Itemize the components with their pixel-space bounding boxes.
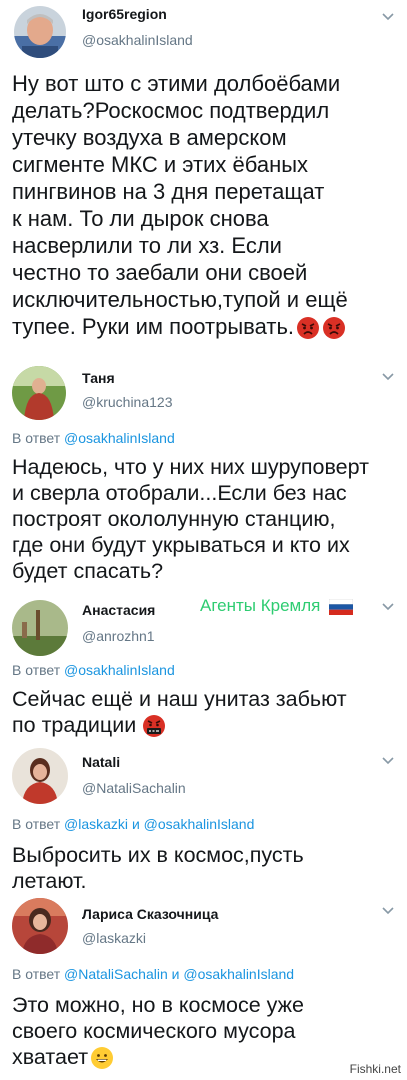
reply-prefix: В ответ (12, 816, 61, 832)
text-line: и сверла отобрали...Если без нас (12, 481, 347, 505)
user-name[interactable]: Natali (82, 754, 120, 770)
chevron-down-icon[interactable] (381, 602, 395, 612)
reply-context: В ответ @osakhalinIsland (12, 662, 175, 678)
reply-conjunction: и (171, 966, 180, 982)
chevron-down-icon[interactable] (381, 906, 395, 916)
reply-mention[interactable]: @NataliSachalin (64, 966, 168, 982)
text-line: Это можно, но в космосе уже (12, 993, 304, 1017)
text-line: честно то заебали они своей (12, 260, 308, 285)
text-line: хватает (12, 1045, 89, 1069)
user-handle[interactable]: @anrozhn1 (82, 628, 155, 644)
cursing-face-icon (143, 715, 166, 738)
text-line: сигменте МКС и этих ёбаных (12, 152, 309, 177)
text-line: будет спасать? (12, 559, 164, 583)
avatar[interactable] (14, 6, 66, 58)
angry-face-icon (297, 317, 320, 340)
tweet-text: Ну вот што с этими долбоёбами делать?Рос… (12, 70, 400, 340)
text-line: насверлили то ли хз. Если (12, 233, 282, 258)
chevron-down-icon[interactable] (381, 12, 395, 22)
text-line: летают. (12, 869, 87, 893)
text-line: утечку воздуха в амерском (12, 125, 287, 150)
user-handle[interactable]: @osakhalinIsland (82, 32, 193, 48)
text-line: Надеюсь, что у них них шуруповерт (12, 455, 369, 479)
tweet-2: Таня @kruchina123 В ответ @osakhalinIsla… (0, 362, 407, 596)
avatar[interactable] (12, 600, 68, 656)
text-line: построят окололунную станцию, (12, 507, 336, 531)
user-name[interactable]: Igor65region (82, 6, 167, 22)
text-line: Ну вот што с этими долбоёбами (12, 71, 341, 96)
reply-prefix: В ответ (12, 662, 61, 678)
reply-mention[interactable]: @osakhalinIsland (144, 816, 255, 832)
user-handle[interactable]: @kruchina123 (82, 394, 173, 410)
reply-context: В ответ @NataliSachalin и @osakhalinIsla… (12, 966, 294, 982)
user-name[interactable]: Лариса Сказочница (82, 906, 218, 922)
reply-prefix: В ответ (12, 430, 61, 446)
chevron-down-icon[interactable] (381, 756, 395, 766)
overlay-caption: Агенты Кремля (200, 596, 354, 616)
tweet-5: Лариса Сказочница @laskazki В ответ @Nat… (0, 896, 407, 1080)
text-line: делать?Роскосмос подтвердил (12, 98, 330, 123)
tweet-text: Надеюсь, что у них них шуруповерт и свер… (12, 454, 400, 584)
tweet-4: Natali @NataliSachalin В ответ @laskazki… (0, 746, 407, 896)
text-line: к нам. То ли дырок снова (12, 206, 269, 231)
text-line: своего космического мусора (12, 1019, 296, 1043)
tweet-text: Это можно, но в космосе уже своего косми… (12, 992, 400, 1070)
reply-mention[interactable]: @osakhalinIsland (64, 430, 175, 446)
avatar[interactable] (12, 748, 68, 804)
user-name[interactable]: Таня (82, 370, 115, 386)
user-name[interactable]: Анастасия (82, 602, 155, 618)
watermark: Fishki.net (349, 1062, 401, 1076)
text-line: где они будут укрываться и кто их (12, 533, 350, 557)
tweet-1: Igor65region @osakhalinIsland Ну вот што… (0, 0, 407, 362)
russian-flag-icon (329, 598, 354, 615)
avatar[interactable] (12, 366, 66, 420)
user-handle[interactable]: @laskazki (82, 930, 146, 946)
avatar[interactable] (12, 898, 68, 954)
text-line: тупее. Руки им поотрывать. (12, 314, 295, 339)
reply-mention[interactable]: @osakhalinIsland (183, 966, 294, 982)
angry-face-icon (323, 317, 346, 340)
tweet-text: Сейчас ещё и наш унитаз забьют по традиц… (12, 686, 400, 738)
reply-context: В ответ @osakhalinIsland (12, 430, 175, 446)
tweet-text: Выбросить их в космос,пусть летают. (12, 842, 400, 894)
chevron-down-icon[interactable] (381, 372, 395, 382)
grinning-face-icon (91, 1047, 114, 1070)
text-line: исключительностью,тупой и ещё (12, 287, 348, 312)
user-handle[interactable]: @NataliSachalin (82, 780, 186, 796)
reply-mention[interactable]: @osakhalinIsland (64, 662, 175, 678)
text-line: пингвинов на 3 дня перетащат (12, 179, 325, 204)
reply-mention[interactable]: @laskazki (64, 816, 128, 832)
text-line: Выбросить их в космос,пусть (12, 843, 304, 867)
reply-context: В ответ @laskazki и @osakhalinIsland (12, 816, 254, 832)
tweet-3: Анастасия @anrozhn1 Агенты Кремля В отве… (0, 596, 407, 746)
reply-prefix: В ответ (12, 966, 61, 982)
reply-conjunction: и (131, 816, 140, 832)
text-line: Сейчас ещё и наш унитаз забьют (12, 687, 347, 711)
text-line: по традиции (12, 713, 137, 737)
